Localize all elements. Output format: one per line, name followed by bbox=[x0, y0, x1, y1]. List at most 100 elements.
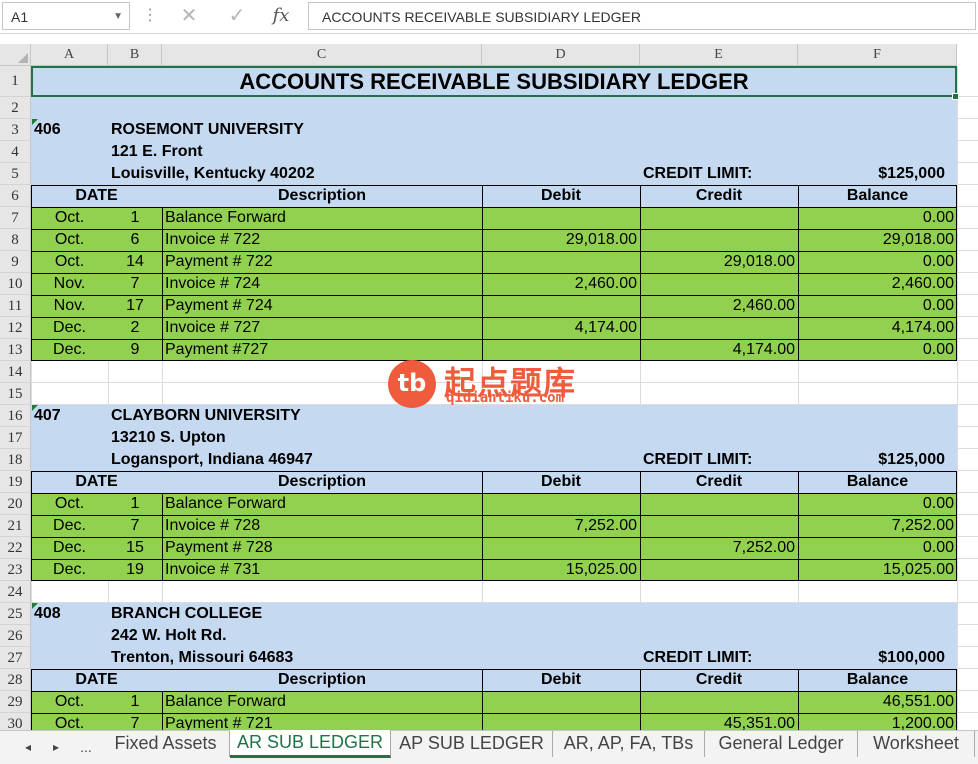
entry-month[interactable]: Dec. bbox=[31, 339, 108, 361]
customer-number[interactable]: 408 bbox=[31, 603, 108, 625]
entry-description[interactable]: Balance Forward bbox=[162, 493, 482, 515]
entry-credit[interactable]: 29,018.00 bbox=[640, 251, 798, 273]
customer-city[interactable]: Logansport, Indiana 46947 bbox=[108, 449, 482, 471]
row-header-4[interactable]: 4 bbox=[0, 141, 31, 163]
entry-balance[interactable]: 0.00 bbox=[798, 537, 957, 559]
entry-balance[interactable]: 46,551.00 bbox=[798, 691, 957, 713]
customer-address[interactable]: 121 E. Front bbox=[108, 141, 482, 163]
tab-general-ledger[interactable]: General Ledger bbox=[705, 731, 858, 757]
tab-worksheet[interactable]: Worksheet bbox=[858, 731, 975, 757]
entry-balance[interactable]: 0.00 bbox=[798, 251, 957, 273]
row-header-6[interactable]: 6 bbox=[0, 185, 31, 207]
table-header-credit[interactable]: Credit bbox=[640, 185, 798, 207]
entry-month[interactable]: Nov. bbox=[31, 273, 108, 295]
entry-debit[interactable] bbox=[482, 251, 640, 273]
entry-day[interactable]: 1 bbox=[108, 207, 162, 229]
table-header-debit[interactable]: Debit bbox=[482, 185, 640, 207]
row-header-16[interactable]: 16 bbox=[0, 405, 31, 427]
row-header-11[interactable]: 11 bbox=[0, 295, 31, 317]
credit-limit-label[interactable]: CREDIT LIMIT: bbox=[640, 163, 798, 185]
chevron-down-icon[interactable]: ▼ bbox=[113, 11, 123, 22]
row-header-10[interactable]: 10 bbox=[0, 273, 31, 295]
row-header-1[interactable]: 1 bbox=[0, 66, 31, 97]
row-header-20[interactable]: 20 bbox=[0, 493, 31, 515]
entry-debit[interactable] bbox=[482, 713, 640, 730]
entry-day[interactable]: 14 bbox=[108, 251, 162, 273]
entry-credit[interactable] bbox=[640, 273, 798, 295]
select-all-button[interactable] bbox=[0, 44, 31, 66]
entry-debit[interactable]: 4,174.00 bbox=[482, 317, 640, 339]
column-header-a[interactable]: A bbox=[31, 44, 108, 66]
tab-ap-sub-ledger[interactable]: AP SUB LEDGER bbox=[391, 731, 553, 757]
entry-month[interactable]: Oct. bbox=[31, 691, 108, 713]
entry-description[interactable]: Balance Forward bbox=[162, 691, 482, 713]
entry-description[interactable]: Invoice # 722 bbox=[162, 229, 482, 251]
entry-month[interactable]: Dec. bbox=[31, 515, 108, 537]
entry-debit[interactable]: 15,025.00 bbox=[482, 559, 640, 581]
row-header-7[interactable]: 7 bbox=[0, 207, 31, 229]
entry-balance[interactable]: 0.00 bbox=[798, 207, 957, 229]
entry-balance[interactable]: 0.00 bbox=[798, 493, 957, 515]
insert-function-button[interactable]: fx bbox=[266, 3, 296, 29]
entry-balance[interactable]: 0.00 bbox=[798, 339, 957, 361]
table-header-balance[interactable]: Balance bbox=[798, 185, 957, 207]
entry-day[interactable]: 1 bbox=[108, 493, 162, 515]
entry-credit[interactable] bbox=[640, 229, 798, 251]
table-header-debit[interactable]: Debit bbox=[482, 669, 640, 691]
table-header-description[interactable]: Description bbox=[162, 185, 482, 207]
entry-description[interactable]: Payment # 728 bbox=[162, 537, 482, 559]
entry-day[interactable]: 7 bbox=[108, 273, 162, 295]
entry-balance[interactable]: 7,252.00 bbox=[798, 515, 957, 537]
column-header-d[interactable]: D bbox=[482, 44, 640, 66]
entry-month[interactable]: Oct. bbox=[31, 493, 108, 515]
entry-month[interactable]: Dec. bbox=[31, 537, 108, 559]
entry-debit[interactable]: 2,460.00 bbox=[482, 273, 640, 295]
row-header-25[interactable]: 25 bbox=[0, 603, 31, 625]
entry-balance[interactable]: 1,200.00 bbox=[798, 713, 957, 730]
tab-ar-sub-ledger[interactable]: AR SUB LEDGER bbox=[230, 730, 391, 758]
entry-month[interactable]: Nov. bbox=[31, 295, 108, 317]
entry-description[interactable]: Invoice # 724 bbox=[162, 273, 482, 295]
customer-city[interactable]: Trenton, Missouri 64683 bbox=[108, 647, 482, 669]
entry-debit[interactable] bbox=[482, 207, 640, 229]
entry-debit[interactable] bbox=[482, 493, 640, 515]
formula-input[interactable]: ACCOUNTS RECEIVABLE SUBSIDIARY LEDGER bbox=[308, 2, 976, 30]
row-header-22[interactable]: 22 bbox=[0, 537, 31, 559]
enter-icon[interactable]: ✓ bbox=[222, 3, 252, 29]
tab-scroll-right-icon[interactable]: ▸ bbox=[46, 737, 66, 757]
table-header-debit[interactable]: Debit bbox=[482, 471, 640, 493]
entry-day[interactable]: 1 bbox=[108, 691, 162, 713]
entry-day[interactable]: 7 bbox=[108, 713, 162, 730]
row-header-21[interactable]: 21 bbox=[0, 515, 31, 537]
row-header-12[interactable]: 12 bbox=[0, 317, 31, 339]
customer-number[interactable]: 406 bbox=[31, 119, 108, 141]
row-header-13[interactable]: 13 bbox=[0, 339, 31, 361]
name-box[interactable]: A1 ▼ bbox=[2, 2, 130, 30]
table-header-date[interactable]: DATE bbox=[31, 471, 162, 493]
entry-balance[interactable]: 29,018.00 bbox=[798, 229, 957, 251]
entry-balance[interactable]: 2,460.00 bbox=[798, 273, 957, 295]
credit-limit-label[interactable]: CREDIT LIMIT: bbox=[640, 449, 798, 471]
entry-credit[interactable]: 4,174.00 bbox=[640, 339, 798, 361]
entry-balance[interactable]: 15,025.00 bbox=[798, 559, 957, 581]
customer-name[interactable]: BRANCH COLLEGE bbox=[108, 603, 482, 625]
entry-credit[interactable]: 2,460.00 bbox=[640, 295, 798, 317]
entry-day[interactable]: 9 bbox=[108, 339, 162, 361]
table-header-balance[interactable]: Balance bbox=[798, 669, 957, 691]
entry-debit[interactable]: 7,252.00 bbox=[482, 515, 640, 537]
row-header-23[interactable]: 23 bbox=[0, 559, 31, 581]
fill-handle[interactable] bbox=[952, 93, 959, 100]
entry-day[interactable]: 17 bbox=[108, 295, 162, 317]
entry-description[interactable]: Invoice # 728 bbox=[162, 515, 482, 537]
row-header-27[interactable]: 27 bbox=[0, 647, 31, 669]
customer-address[interactable]: 242 W. Holt Rd. bbox=[108, 625, 482, 647]
table-header-credit[interactable]: Credit bbox=[640, 471, 798, 493]
table-header-description[interactable]: Description bbox=[162, 471, 482, 493]
entry-day[interactable]: 6 bbox=[108, 229, 162, 251]
entry-debit[interactable] bbox=[482, 691, 640, 713]
row-header-3[interactable]: 3 bbox=[0, 119, 31, 141]
customer-address[interactable]: 13210 S. Upton bbox=[108, 427, 482, 449]
entry-day[interactable]: 7 bbox=[108, 515, 162, 537]
entry-month[interactable]: Dec. bbox=[31, 559, 108, 581]
cancel-icon[interactable]: ✕ bbox=[174, 3, 204, 29]
